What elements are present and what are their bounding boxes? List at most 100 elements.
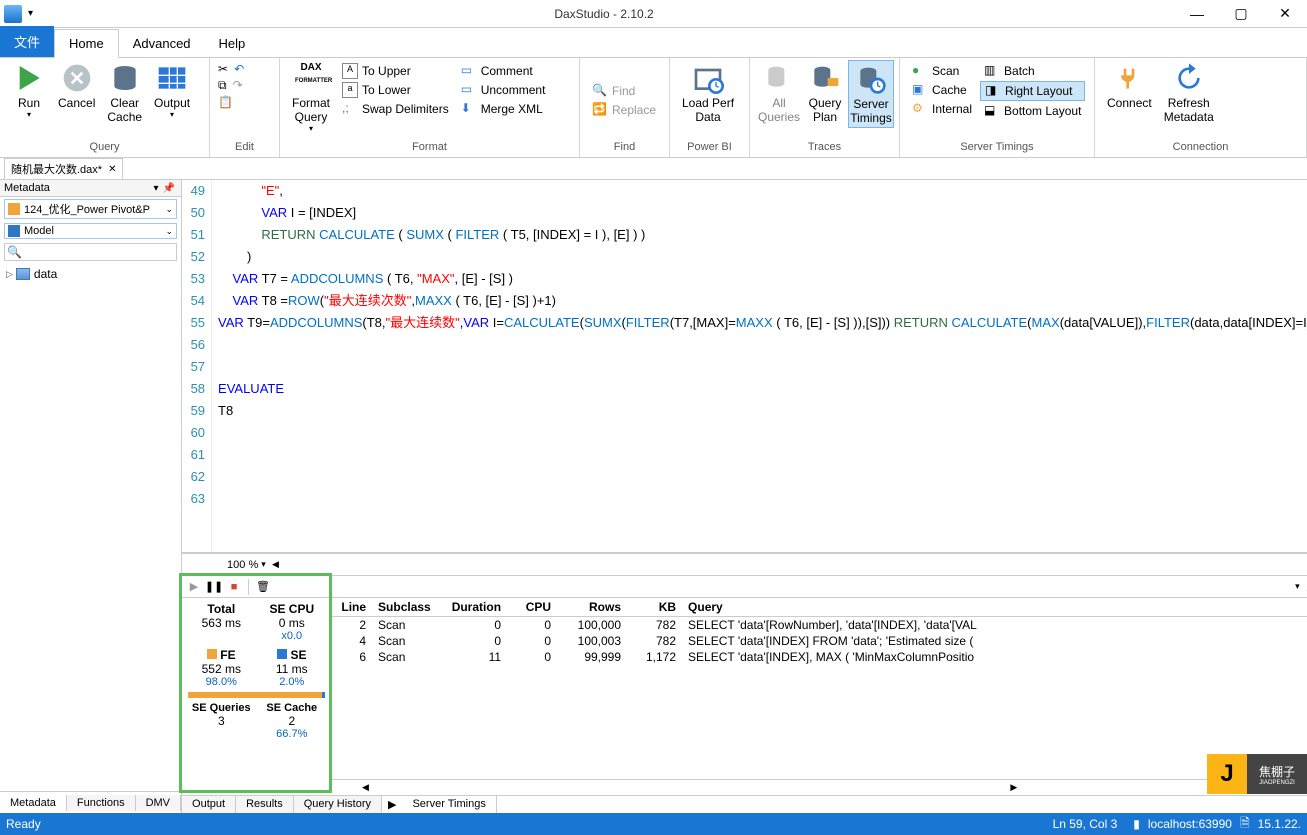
tab-home[interactable]: Home — [54, 29, 119, 58]
col-duration[interactable]: Duration — [442, 598, 507, 617]
tab-help[interactable]: Help — [205, 30, 260, 57]
delete-trace-icon[interactable]: 🗑 — [253, 578, 273, 596]
lower-icon: a — [342, 82, 358, 98]
output-button[interactable]: Output▾ — [148, 60, 196, 121]
scroll-left-icon[interactable]: ◀ — [272, 559, 279, 570]
comment-button[interactable]: ▭Comment — [457, 62, 550, 80]
col-kb[interactable]: KB — [627, 598, 682, 617]
tab-metadata[interactable]: Metadata — [0, 795, 67, 811]
all-queries-button[interactable]: All Queries — [756, 60, 802, 126]
server-timings-button[interactable]: Server Timings — [848, 60, 894, 128]
query-plan-button[interactable]: Query Plan — [802, 60, 848, 126]
group-server-timings-label: Server Timings — [906, 141, 1088, 155]
copy-icon[interactable]: ⧉ — [218, 78, 227, 93]
minimize-button[interactable]: — — [1175, 0, 1219, 28]
close-button[interactable]: ✕ — [1263, 0, 1307, 28]
maximize-button[interactable]: ▢ — [1219, 0, 1263, 28]
document-tab[interactable]: 随机最大次数.dax*✕ — [4, 158, 123, 179]
pin-icon[interactable]: 📌 — [163, 183, 175, 194]
search-input[interactable] — [23, 245, 176, 259]
right-layout-button[interactable]: ◨Right Layout — [980, 81, 1085, 101]
line-gutter: 495051525354555657585960616263 — [182, 180, 212, 552]
hscroll-left-icon[interactable]: ◀ — [362, 782, 369, 793]
code-editor[interactable]: 495051525354555657585960616263 "E", VAR … — [182, 180, 1307, 553]
hscroll-right-icon[interactable]: ▶ — [1010, 782, 1017, 793]
paste-icon[interactable]: 📋 — [218, 95, 233, 109]
total-value: 563 ms — [186, 616, 257, 630]
sec-pct: 66.7% — [257, 728, 328, 740]
run-button[interactable]: Run▾ — [6, 60, 52, 121]
undo-icon[interactable]: ↶ — [234, 62, 244, 76]
close-tab-icon[interactable]: ✕ — [108, 164, 116, 175]
swap-delimiters-button[interactable]: ,;Swap Delimiters — [338, 100, 453, 118]
col-rows[interactable]: Rows — [557, 598, 627, 617]
merge-xml-button[interactable]: ⬇Merge XML — [457, 100, 550, 118]
tab-query-history[interactable]: Query History — [294, 796, 382, 813]
trace-row[interactable]: 4Scan00100,003782SELECT 'data'[INDEX] FR… — [332, 633, 1307, 649]
tab-advanced[interactable]: Advanced — [119, 30, 205, 57]
cut-icon[interactable]: ✂ — [218, 62, 228, 76]
cache-toggle[interactable]: ▣Cache — [908, 81, 976, 99]
server-icon: ▮ — [1133, 817, 1140, 831]
metadata-title: Metadata — [4, 182, 50, 194]
bottom-layout-button[interactable]: ⬓Bottom Layout — [980, 102, 1085, 120]
metadata-search[interactable]: 🔍 — [4, 243, 177, 261]
tab-results[interactable]: Results — [236, 796, 294, 813]
doc-icon: 🗎 — [1240, 814, 1250, 835]
cancel-button[interactable]: Cancel — [52, 60, 101, 112]
model-select[interactable]: Model⌄ — [4, 223, 177, 239]
timing-dropdown-icon[interactable]: ▾ — [1295, 581, 1300, 592]
expand-icon[interactable]: ▷ — [6, 269, 13, 280]
se-chip-icon — [277, 649, 287, 659]
total-header: Total — [186, 602, 257, 616]
to-upper-button[interactable]: ATo Upper — [338, 62, 453, 80]
internal-toggle[interactable]: ⚙Internal — [908, 100, 976, 118]
plug-icon — [1113, 62, 1145, 94]
search-icon: 🔍 — [7, 245, 21, 259]
redo-icon[interactable]: ↷ — [233, 78, 243, 93]
metadata-tree: ▷data — [0, 263, 181, 791]
col-line[interactable]: Line — [332, 598, 372, 617]
fe-header: FE — [220, 648, 235, 662]
batch-toggle[interactable]: ▥Batch — [980, 62, 1085, 80]
database-select[interactable]: 124_优化_Power Pivot&P⌄ — [4, 199, 177, 219]
code-area[interactable]: "E", VAR I = [INDEX] RETURN CALCULATE ( … — [212, 180, 1307, 552]
tab-server-timings[interactable]: Server Timings — [402, 796, 496, 813]
scan-toggle[interactable]: ●Scan — [908, 62, 976, 80]
tree-node-data[interactable]: ▷data — [6, 267, 175, 281]
status-ready: Ready — [6, 817, 41, 831]
col-subclass[interactable]: Subclass — [372, 598, 442, 617]
tab-functions[interactable]: Functions — [67, 795, 136, 811]
col-query[interactable]: Query — [682, 598, 1307, 617]
grid-icon — [156, 62, 188, 94]
server-timings-pane: ▶ ❚❚ ■ 🗑 TotalSE CPU 563 ms0 ms x0.0 FE … — [182, 575, 1307, 795]
trace-row[interactable]: 2Scan00100,000782SELECT 'data'[RowNumber… — [332, 617, 1307, 634]
col-cpu[interactable]: CPU — [507, 598, 557, 617]
secpu-header: SE CPU — [257, 602, 328, 616]
load-perf-button[interactable]: Load Perf Data — [676, 60, 740, 126]
all-queries-label: All Queries — [758, 96, 800, 124]
find-button[interactable]: 🔍Find — [588, 82, 639, 100]
zoom-dropdown-icon[interactable]: ▾ — [261, 559, 266, 570]
pause-trace-icon[interactable]: ❚❚ — [204, 578, 224, 596]
query-plan-label: Query Plan — [809, 96, 842, 124]
tab-dmv[interactable]: DMV — [136, 795, 181, 811]
prev-tab-icon[interactable]: ▶ — [382, 796, 402, 813]
clear-cache-button[interactable]: Clear Cache — [101, 60, 148, 126]
trace-row[interactable]: 6Scan11099,9991,172SELECT 'data'[INDEX],… — [332, 649, 1307, 665]
tab-file[interactable]: 文件 — [0, 26, 54, 57]
model-name: Model — [24, 225, 54, 237]
replace-button[interactable]: 🔁Replace — [588, 101, 660, 119]
uncomment-button[interactable]: ▭Uncomment — [457, 81, 550, 99]
play-trace-icon[interactable]: ▶ — [184, 578, 204, 596]
stop-trace-icon[interactable]: ■ — [224, 578, 244, 596]
tab-output[interactable]: Output — [182, 796, 236, 813]
zoom-value[interactable]: 100 % — [227, 559, 258, 571]
connect-button[interactable]: Connect — [1101, 60, 1158, 112]
zoom-bar: 100 % ▾ ◀ — [182, 553, 1307, 575]
se-header: SE — [290, 648, 306, 662]
dropdown-icon[interactable]: ▾ — [154, 183, 159, 194]
refresh-metadata-button[interactable]: Refresh Metadata — [1158, 60, 1220, 126]
to-lower-button[interactable]: aTo Lower — [338, 81, 453, 99]
format-query-button[interactable]: DAXFORMATTERFormat Query▾ — [286, 60, 336, 135]
